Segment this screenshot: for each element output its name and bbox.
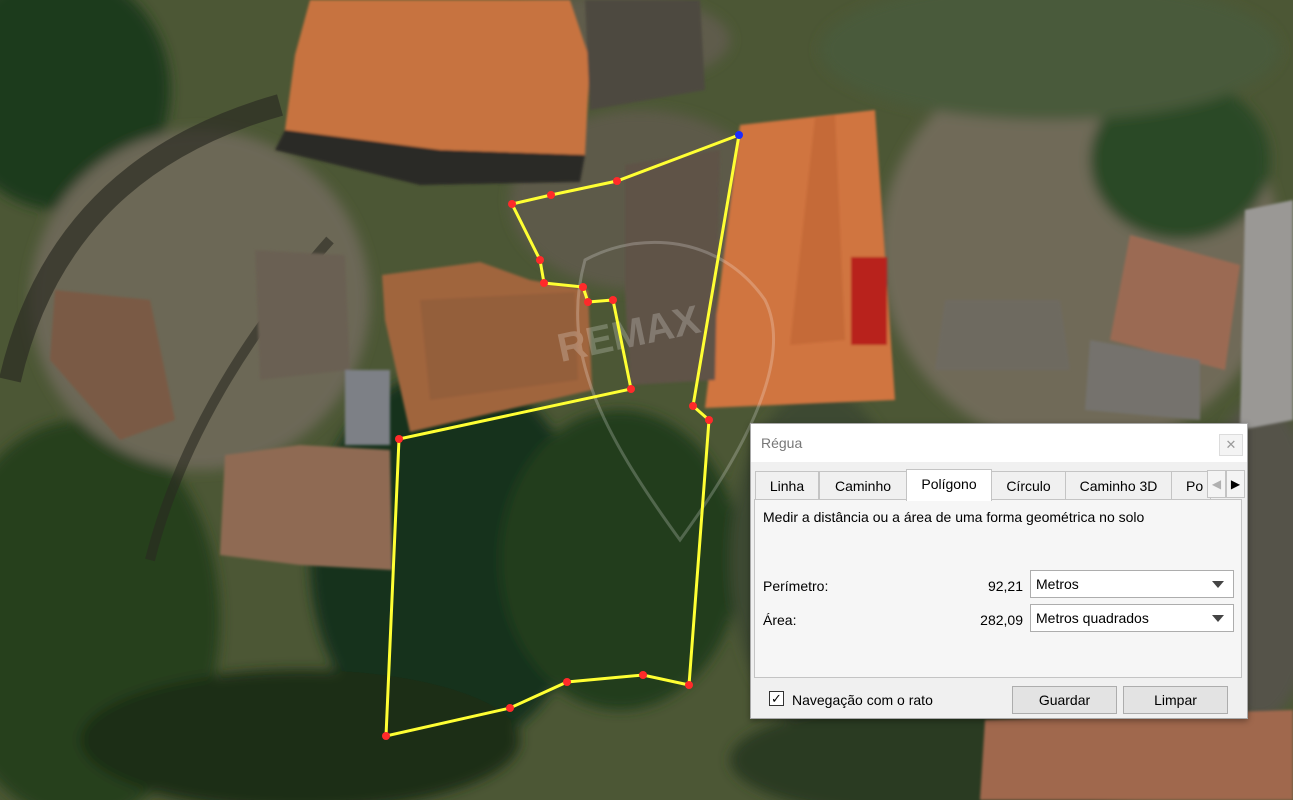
roof-southwest [220,445,392,570]
save-button[interactable]: Guardar [1012,686,1117,714]
clear-button[interactable]: Limpar [1123,686,1228,714]
polygon-panel: Medir a distância ou a área de uma forma… [754,499,1242,678]
vertex[interactable] [563,678,571,686]
mouse-navigation-checkbox[interactable]: ✓ [769,691,784,706]
vertex[interactable] [609,296,617,304]
tab-linha[interactable]: Linha [755,471,819,499]
vertex[interactable] [547,191,555,199]
area-unit-select[interactable]: Metros quadrados [1030,604,1234,632]
grey-shed [345,370,390,445]
panel-description: Medir a distância ou a área de uma forma… [763,509,1145,525]
dialog-title: Régua [761,435,803,451]
perimeter-value: 92,21 [987,578,1023,594]
roof-east-mid [935,300,1070,370]
perimeter-unit-select[interactable]: Metros [1030,570,1234,598]
roof-far-east [1240,200,1293,430]
tab-poligono[interactable]: Polígono [906,469,992,501]
tab-caminho[interactable]: Caminho [819,471,907,499]
vertex[interactable] [382,732,390,740]
tab-circulo[interactable]: Círculo [991,471,1066,499]
chevron-down-icon [1212,581,1224,588]
vertex[interactable] [536,256,544,264]
tab-scroll-left-icon[interactable]: ◀ [1207,470,1226,498]
tab-scroll-right-icon[interactable]: ▶ [1226,470,1245,498]
area-label: Área: [763,612,797,628]
start-vertex[interactable] [735,131,743,139]
tab-bar: Linha Caminho Polígono Círculo Caminho 3… [755,469,1225,501]
roof-mid-west [255,250,350,380]
mouse-navigation-label[interactable]: Navegação com o rato [792,692,933,708]
vertex[interactable] [506,704,514,712]
area-value: 282,09 [980,612,1023,628]
area-unit-value: Metros quadrados [1036,610,1149,626]
vertex[interactable] [508,200,516,208]
vertex[interactable] [613,177,621,185]
vertex[interactable] [584,298,592,306]
vertex[interactable] [627,385,635,393]
perimeter-unit-value: Metros [1036,576,1079,592]
vertex[interactable] [685,681,693,689]
tab-po[interactable]: Po [1171,471,1211,499]
roof-north [285,0,590,155]
vertex[interactable] [639,671,647,679]
tab-caminho-3d[interactable]: Caminho 3D [1065,471,1172,499]
vertex[interactable] [689,402,697,410]
perimeter-label: Perímetro: [763,578,829,594]
vertex[interactable] [540,279,548,287]
roof-south-east [980,710,1293,800]
vertex[interactable] [395,435,403,443]
chevron-down-icon [1212,615,1224,622]
dialog-titlebar[interactable]: Régua ✕ [751,424,1247,462]
ruler-dialog: Régua ✕ Linha Caminho Polígono Círculo C… [750,423,1248,719]
red-awning [851,257,887,345]
vertex[interactable] [705,416,713,424]
vertex[interactable] [579,283,587,291]
close-icon[interactable]: ✕ [1219,434,1243,456]
